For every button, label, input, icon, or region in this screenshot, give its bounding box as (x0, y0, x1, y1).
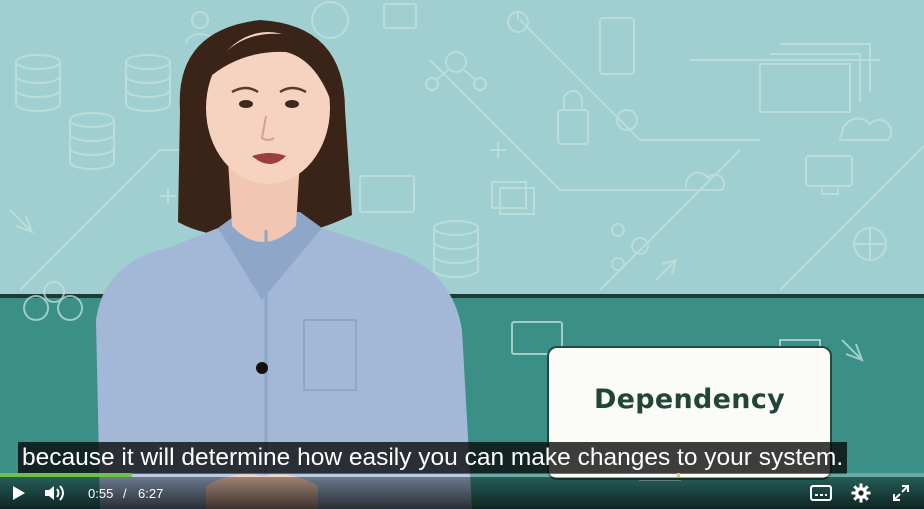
current-time: 0:55 (88, 486, 114, 501)
control-bar: 0:55 / 6:27 (0, 477, 924, 509)
subtitle-caption: because it will determine how easily you… (18, 442, 848, 474)
title-card-label: Dependency (593, 384, 786, 415)
fullscreen-icon (893, 485, 909, 501)
play-icon (13, 486, 25, 500)
duration: 6:27 (138, 486, 164, 501)
settings-icon (851, 483, 871, 503)
settings-button[interactable] (846, 477, 876, 509)
volume-icon (45, 485, 64, 501)
time-separator: / (123, 486, 127, 501)
captions-button[interactable] (806, 477, 836, 509)
captions-icon (810, 485, 832, 501)
fullscreen-button[interactable] (886, 477, 916, 509)
volume-button[interactable] (40, 477, 68, 509)
play-button[interactable] (4, 477, 32, 509)
video-player[interactable]: Dependency because it will determine how… (0, 0, 924, 509)
